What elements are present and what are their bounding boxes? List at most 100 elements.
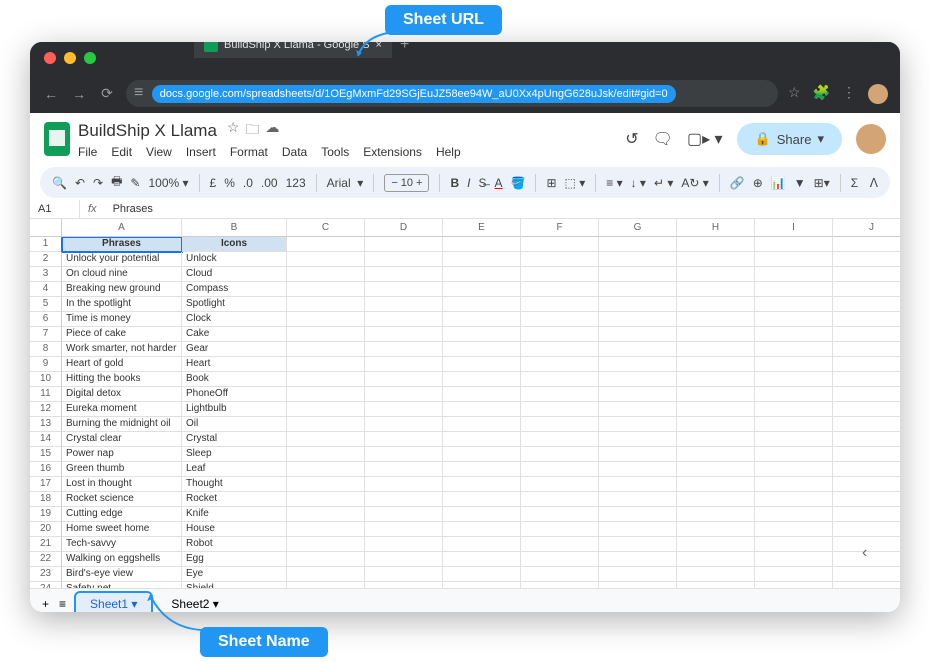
row-header[interactable]: 11	[30, 387, 62, 402]
cell[interactable]	[599, 387, 677, 402]
url-input[interactable]: ≡ docs.google.com/spreadsheets/d/1OEgMxm…	[126, 80, 778, 107]
column-header[interactable]: G	[599, 219, 677, 237]
cell[interactable]: Eureka moment	[62, 402, 182, 417]
cell[interactable]	[833, 477, 900, 492]
cell[interactable]	[833, 582, 900, 588]
cell[interactable]	[599, 582, 677, 588]
cell[interactable]	[365, 237, 443, 252]
cell[interactable]	[755, 417, 833, 432]
cell[interactable]	[443, 312, 521, 327]
cell[interactable]	[833, 387, 900, 402]
cell[interactable]	[521, 492, 599, 507]
name-box[interactable]: A1	[30, 200, 80, 218]
column-header[interactable]: C	[287, 219, 365, 237]
cell[interactable]	[599, 552, 677, 567]
cell[interactable]	[677, 537, 755, 552]
cell[interactable]	[443, 552, 521, 567]
cell[interactable]	[443, 357, 521, 372]
cell[interactable]: Eye	[182, 567, 287, 582]
cell[interactable]	[677, 342, 755, 357]
row-header[interactable]: 24	[30, 582, 62, 588]
cell[interactable]: Oil	[182, 417, 287, 432]
cell[interactable]	[521, 357, 599, 372]
row-header[interactable]: 9	[30, 357, 62, 372]
cell[interactable]	[755, 297, 833, 312]
cell[interactable]: In the spotlight	[62, 297, 182, 312]
comments-icon[interactable]: 🗨	[653, 129, 673, 149]
cell[interactable]	[365, 417, 443, 432]
cell[interactable]	[755, 327, 833, 342]
cell[interactable]	[521, 312, 599, 327]
bookmark-icon[interactable]: ☆	[788, 84, 801, 104]
cell[interactable]	[677, 507, 755, 522]
cell[interactable]: Hitting the books	[62, 372, 182, 387]
cell[interactable]	[443, 387, 521, 402]
cell[interactable]: Home sweet home	[62, 522, 182, 537]
cell[interactable]	[287, 417, 365, 432]
cell[interactable]	[599, 312, 677, 327]
cell[interactable]	[365, 507, 443, 522]
column-header[interactable]: A	[62, 219, 182, 237]
v-align-button[interactable]: ↓ ▾	[631, 176, 646, 190]
cell[interactable]	[677, 282, 755, 297]
chart-button[interactable]: 📊	[771, 176, 786, 190]
cell[interactable]: Burning the midnight oil	[62, 417, 182, 432]
cell[interactable]	[365, 342, 443, 357]
cell[interactable]	[521, 327, 599, 342]
column-header[interactable]: D	[365, 219, 443, 237]
spreadsheet-grid[interactable]: ABCDEFGHIJKL1PhrasesIcons2Unlock your po…	[30, 219, 900, 588]
cell[interactable]	[755, 402, 833, 417]
cell[interactable]	[599, 522, 677, 537]
cell[interactable]	[443, 417, 521, 432]
cell[interactable]	[443, 252, 521, 267]
column-header[interactable]: H	[677, 219, 755, 237]
cell[interactable]	[599, 297, 677, 312]
cell[interactable]	[677, 552, 755, 567]
all-sheets-button[interactable]: ≡	[59, 597, 66, 611]
cell[interactable]	[443, 462, 521, 477]
font-select[interactable]: Arial ▾	[327, 176, 364, 190]
row-header[interactable]: 2	[30, 252, 62, 267]
cell[interactable]	[443, 282, 521, 297]
search-menu-icon[interactable]: 🔍	[52, 176, 67, 190]
cell[interactable]	[521, 417, 599, 432]
cell[interactable]: PhoneOff	[182, 387, 287, 402]
cell[interactable]	[365, 567, 443, 582]
menu-view[interactable]: View	[146, 145, 172, 159]
decrease-decimal-button[interactable]: .0	[243, 176, 253, 190]
cell[interactable]	[833, 297, 900, 312]
cell[interactable]	[521, 402, 599, 417]
sheet-tab-sheet1[interactable]: Sheet1 ▾	[76, 593, 151, 612]
cell[interactable]	[287, 507, 365, 522]
borders-button[interactable]: ⊞	[546, 176, 556, 190]
cell[interactable]	[287, 327, 365, 342]
cell[interactable]	[677, 402, 755, 417]
cell[interactable]	[365, 372, 443, 387]
cell[interactable]	[833, 462, 900, 477]
cell[interactable]	[521, 447, 599, 462]
cell[interactable]: Tech-savvy	[62, 537, 182, 552]
column-header[interactable]: E	[443, 219, 521, 237]
collapse-toolbar-button[interactable]: ᐱ	[870, 176, 878, 190]
cell[interactable]	[365, 267, 443, 282]
cell[interactable]: Safety net	[62, 582, 182, 588]
cell[interactable]	[287, 297, 365, 312]
cell[interactable]	[287, 252, 365, 267]
cell[interactable]	[755, 567, 833, 582]
cell[interactable]	[677, 582, 755, 588]
document-title[interactable]: BuildShip X Llama	[78, 121, 217, 141]
cell[interactable]	[443, 477, 521, 492]
cell[interactable]	[833, 342, 900, 357]
cell[interactable]: Cloud	[182, 267, 287, 282]
cell[interactable]: Compass	[182, 282, 287, 297]
cell[interactable]	[443, 447, 521, 462]
cell[interactable]	[833, 507, 900, 522]
cell[interactable]: Robot	[182, 537, 287, 552]
cell[interactable]	[287, 492, 365, 507]
row-header[interactable]: 10	[30, 372, 62, 387]
cell[interactable]	[677, 462, 755, 477]
menu-tools[interactable]: Tools	[321, 145, 349, 159]
cell[interactable]	[677, 477, 755, 492]
cell[interactable]	[287, 432, 365, 447]
cell[interactable]	[521, 477, 599, 492]
